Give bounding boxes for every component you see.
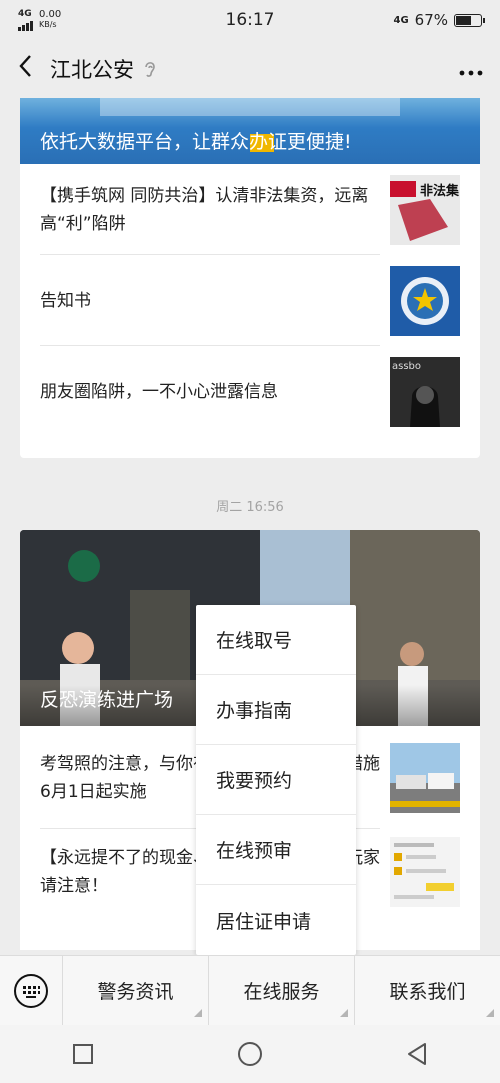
title-bar: 江北公安 [0,40,500,98]
list-item-title: 告知书 [40,290,91,311]
menu-item-appointment[interactable]: 我要预约 [196,745,356,815]
list-item[interactable]: 【携手筑网 同防共治】认清非法集资，远离高“利”陷阱 非法集 [20,164,480,255]
article-thumbnail: 非法集 [390,174,460,245]
signal-icon [18,19,33,31]
tab-police-news[interactable]: 警务资讯 [63,956,209,1025]
thumb-caption: assbo [392,361,421,372]
triangle-back-icon [407,1043,426,1065]
menu-item-residence-permit[interactable]: 居住证申请 [196,885,356,955]
submenu-corner-icon [194,1009,202,1017]
service-popup-menu: 在线取号 办事指南 我要预约 在线预审 居住证申请 [196,605,356,955]
tab-online-service[interactable]: 在线服务 [209,956,355,1025]
list-item[interactable]: 朋友圈陷阱，一不小心泄露信息 assbo [20,346,480,437]
submenu-corner-icon [340,1009,348,1017]
battery-icon [454,13,485,27]
tab-label: 在线服务 [243,981,320,1003]
article-thumbnail [390,837,460,907]
tab-contact-us[interactable]: 联系我们 [355,956,500,1025]
list-item-title: 【携手筑网 同防共治】认清非法集资，远离高“利”陷阱 [40,185,369,234]
menu-item-service-guide[interactable]: 办事指南 [196,675,356,745]
article-thumbnail [390,742,460,813]
more-dots-icon [459,70,483,76]
ear-icon[interactable] [142,59,158,79]
network-speed-unit: KB/s [39,20,57,29]
back-nav-button[interactable] [397,1034,437,1074]
system-nav-bar [0,1025,500,1083]
home-button[interactable] [230,1034,270,1074]
submenu-corner-icon [486,1009,494,1017]
tab-label: 联系我们 [389,981,466,1003]
hacker-image: assbo [390,356,460,427]
network-type: 4G [18,9,32,19]
chat-screenshot-image [390,837,460,907]
keyboard-toggle-button[interactable] [0,956,63,1025]
network-speed: 0.00 [39,9,62,20]
back-button[interactable] [16,52,44,87]
square-icon [73,1044,94,1064]
network-indicator: 4G [18,9,33,31]
circle-icon [237,1042,262,1066]
tab-label: 警务资讯 [97,981,174,1003]
article-banner-caption: 依托大数据平台，让群众办证更便捷! [40,131,352,153]
more-options-button[interactable] [458,55,484,83]
police-badge-image [390,265,460,336]
menu-item-online-review[interactable]: 在线预审 [196,815,356,885]
status-right: 4G 67% [393,11,485,29]
page-title: 江北公安 [50,58,134,82]
article-banner-1[interactable]: 依托大数据平台，让群众办证更便捷! [20,98,480,164]
battery-fill [456,15,472,25]
bottom-menu-bar: 警务资讯 在线服务 联系我们 [0,955,500,1025]
status-left: 4G 0.00 KB/s [18,9,61,31]
battery-percent: 67% [414,11,448,29]
recent-apps-button[interactable] [63,1034,103,1074]
status-bar: 4G 0.00 KB/s 16:17 4G 67% [0,0,500,40]
keyboard-icon [14,973,48,1008]
illegal-fundraising-image: 非法集 [390,174,460,245]
list-item-title: 朋友圈陷阱，一不小心泄露信息 [40,381,278,402]
message-timestamp: 周二 16:56 [216,500,284,515]
article-card-1: 依托大数据平台，让群众办证更便捷! 【携手筑网 同防共治】认清非法集资，远离高“… [20,98,480,458]
network-type-right: 4G [393,14,409,26]
article-thumbnail [390,265,460,336]
menu-item-online-queue[interactable]: 在线取号 [196,605,356,675]
list-item[interactable]: 告知书 [20,255,480,346]
traffic-scene-image [390,742,460,813]
thumb-caption: 非法集 [420,183,460,199]
chevron-left-icon [19,54,31,77]
article-thumbnail: assbo [390,356,460,427]
